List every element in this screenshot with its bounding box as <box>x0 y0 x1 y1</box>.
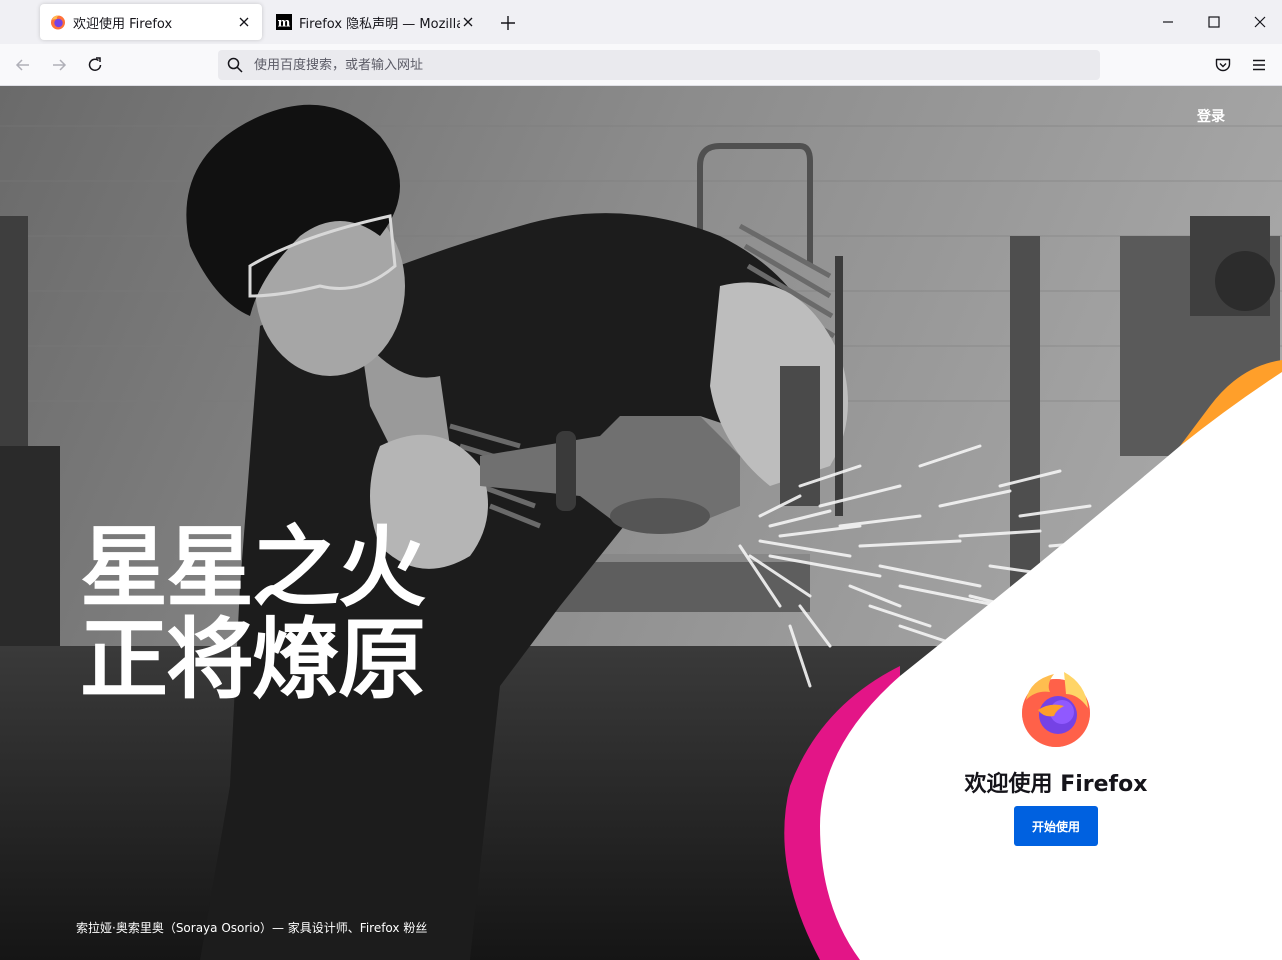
headline-line-2: 正将燎原 <box>80 608 426 711</box>
minimize-icon[interactable] <box>1159 13 1177 31</box>
search-icon <box>227 57 243 73</box>
hero-headline: 星星之火 正将燎原 <box>80 516 426 711</box>
firefox-logo-icon <box>1022 672 1090 747</box>
close-icon[interactable] <box>236 14 252 30</box>
tab-title: 欢迎使用 Firefox <box>73 16 173 32</box>
mozilla-m-icon: m <box>276 14 292 30</box>
url-bar[interactable] <box>218 50 1100 80</box>
get-started-button[interactable]: 开始使用 <box>1014 806 1098 846</box>
sign-in-link[interactable]: 登录 <box>1197 106 1225 126</box>
forward-arrow-icon[interactable] <box>49 55 69 75</box>
navigation-toolbar <box>0 44 1282 86</box>
close-icon[interactable] <box>460 14 476 30</box>
headline-line-1: 星星之火 <box>80 516 426 619</box>
hamburger-menu-icon[interactable] <box>1249 55 1269 75</box>
reload-icon[interactable] <box>85 55 105 75</box>
tab-title: Firefox 隐私声明 — Mozilla <box>299 16 460 32</box>
pocket-icon[interactable] <box>1213 55 1233 75</box>
close-window-icon[interactable] <box>1251 13 1269 31</box>
firefox-logo-icon <box>51 15 65 30</box>
tab-strip: 欢迎使用 Firefox m Firefox 隐私声明 — Mozilla <box>0 0 1282 44</box>
url-input[interactable] <box>252 56 1100 74</box>
tab-welcome-firefox[interactable]: 欢迎使用 Firefox <box>40 4 262 40</box>
tab-privacy-notice[interactable]: m Firefox 隐私声明 — Mozilla <box>266 4 486 40</box>
welcome-page: 登录 星星之火 正将燎原 索拉娅·奥索里奥（Soraya Osorio）— 家具… <box>0 86 1282 960</box>
back-arrow-icon[interactable] <box>13 55 33 75</box>
welcome-title: 欢迎使用 Firefox <box>964 772 1148 797</box>
photo-caption: 索拉娅·奥索里奥（Soraya Osorio）— 家具设计师、Firefox 粉… <box>76 921 428 935</box>
plus-icon[interactable] <box>498 13 518 33</box>
maximize-icon[interactable] <box>1205 13 1223 31</box>
svg-text:m: m <box>278 16 291 30</box>
